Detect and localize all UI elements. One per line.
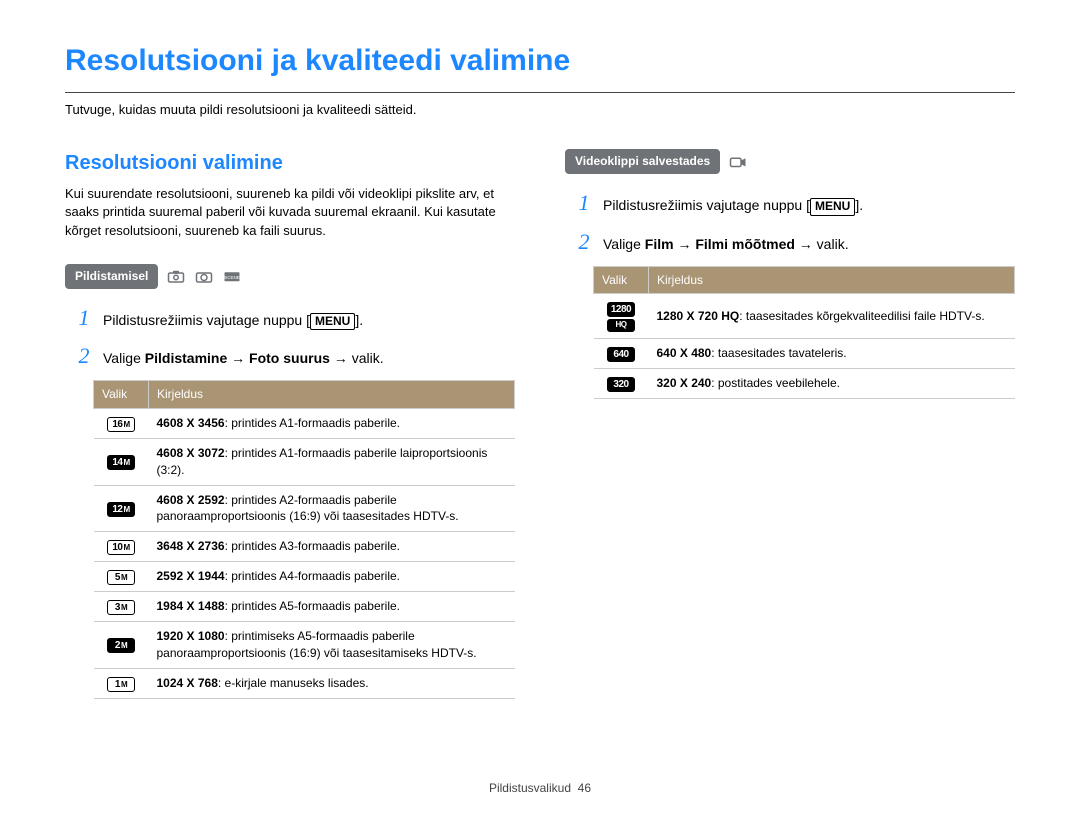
section-title: Resolutsiooni valimine	[65, 149, 515, 177]
table-row: 1280 HQ 1280 X 720 HQ: taasesitades kõrg…	[594, 294, 1015, 338]
option-cell: 320	[594, 368, 649, 398]
section-body: Kui suurendate resolutsiooni, suureneb k…	[65, 185, 515, 240]
footer-page: 46	[578, 781, 591, 795]
footer: Pildistusvalikud 46	[0, 780, 1080, 797]
desc-cell: 1984 X 1488: printides A5-formaadis pabe…	[149, 592, 515, 622]
table-row: 640 640 X 480: taasesitades tavateleris.	[594, 338, 1015, 368]
th-option: Valik	[94, 381, 149, 409]
resolution-badge-icon: 640	[607, 347, 635, 362]
step-text: Valige Pildistamine → Foto suurus → vali…	[103, 349, 384, 369]
desc-cell: 4608 X 3072: printides A1-formaadis pabe…	[149, 438, 515, 485]
desc-cell: 4608 X 2592: printides A2-formaadis pabe…	[149, 485, 515, 532]
option-cell: 1280 HQ	[594, 294, 649, 338]
table-row: 3M 1984 X 1488: printides A5-formaadis p…	[94, 592, 515, 622]
desc-cell: 1280 X 720 HQ: taasesitades kõrgekvalite…	[649, 294, 1015, 338]
t: →	[227, 350, 249, 366]
th-desc: Kirjeldus	[649, 266, 1015, 294]
menu-button-label: MENU	[810, 198, 855, 216]
t: →	[674, 236, 696, 252]
smart-icon	[166, 268, 186, 284]
step-1: 1 Pildistusrežiimis vajutage nuppu [MENU…	[75, 303, 515, 334]
option-cell: 3M	[94, 592, 149, 622]
right-column: Videoklippi salvestades 1 Pildistusrežii…	[565, 149, 1015, 699]
option-cell: 640	[594, 338, 649, 368]
resolution-badge-icon: 3M	[107, 600, 135, 615]
option-cell: 12M	[94, 485, 149, 532]
t: Film	[645, 236, 674, 252]
mode-pill-photo: Pildistamisel	[65, 264, 158, 289]
desc-cell: 1920 X 1080: printimiseks A5-formaadis p…	[149, 622, 515, 669]
step-text: Pildistusrežiimis vajutage nuppu [MENU].	[603, 196, 863, 216]
desc-cell: 640 X 480: taasesitades tavateleris.	[649, 338, 1015, 368]
table-row: 1M 1024 X 768: e-kirjale manuseks lisade…	[94, 668, 515, 698]
step-1: 1 Pildistusrežiimis vajutage nuppu [MENU…	[575, 188, 1015, 219]
resolution-badge-icon: 320	[607, 377, 635, 392]
t: Pildistamine	[145, 350, 227, 366]
hq-badge-icon: HQ	[607, 319, 635, 331]
photo-resolution-table: Valik Kirjeldus 16M 4608 X 3456: printid…	[93, 380, 515, 699]
table-row: 14M 4608 X 3072: printides A1-formaadis …	[94, 438, 515, 485]
step-number: 1	[575, 188, 593, 219]
t: ].	[855, 197, 863, 213]
camera-icon	[194, 268, 214, 284]
option-cell: 5M	[94, 562, 149, 592]
resolution-badge-icon: 10M	[107, 540, 135, 555]
footer-section: Pildistusvalikud	[489, 781, 571, 795]
option-cell: 2M	[94, 622, 149, 669]
th-option: Valik	[594, 266, 649, 294]
desc-cell: 2592 X 1944: printides A4-formaadis pabe…	[149, 562, 515, 592]
t: → valik.	[330, 350, 384, 366]
t: → valik.	[795, 236, 849, 252]
t: Foto suurus	[249, 350, 330, 366]
svg-text:SCENE: SCENE	[225, 275, 241, 280]
resolution-badge-icon: 1M	[107, 677, 135, 692]
desc-cell: 320 X 240: postitades veebilehele.	[649, 368, 1015, 398]
mode-row: Videoklippi salvestades	[565, 149, 748, 174]
desc-cell: 1024 X 768: e-kirjale manuseks lisades.	[149, 668, 515, 698]
video-resolution-table: Valik Kirjeldus 1280 HQ 1280 X 720 HQ: t…	[593, 266, 1015, 399]
intro-text: Tutvuge, kuidas muuta pildi resolutsioon…	[65, 92, 1015, 119]
resolution-badge-icon: 12M	[107, 502, 135, 517]
video-icon	[728, 154, 748, 170]
table-row: 5M 2592 X 1944: printides A4-formaadis p…	[94, 562, 515, 592]
step-number: 2	[75, 341, 93, 372]
t: Valige	[103, 350, 145, 366]
desc-cell: 3648 X 2736: printides A3-formaadis pabe…	[149, 532, 515, 562]
mode-pill-video: Videoklippi salvestades	[565, 149, 720, 174]
table-row: 10M 3648 X 2736: printides A3-formaadis …	[94, 532, 515, 562]
resolution-badge-icon: 5M	[107, 570, 135, 585]
t: Filmi mõõtmed	[695, 236, 795, 252]
left-column: Resolutsiooni valimine Kui suurendate re…	[65, 149, 515, 699]
step-text: Pildistusrežiimis vajutage nuppu [MENU].	[103, 311, 363, 331]
desc-cell: 4608 X 3456: printides A1-formaadis pabe…	[149, 408, 515, 438]
option-cell: 14M	[94, 438, 149, 485]
step-text: Valige Film → Filmi mõõtmed → valik.	[603, 235, 849, 255]
step-2: 2 Valige Pildistamine → Foto suurus → va…	[75, 341, 515, 372]
resolution-badge-icon: 14M	[107, 455, 135, 470]
resolution-badge-icon: 2M	[107, 638, 135, 653]
table-row: 16M 4608 X 3456: printides A1-formaadis …	[94, 408, 515, 438]
menu-button-label: MENU	[310, 313, 355, 331]
step-2: 2 Valige Film → Filmi mõõtmed → valik.	[575, 227, 1015, 258]
table-row: 320 320 X 240: postitades veebilehele.	[594, 368, 1015, 398]
step1-pre: Pildistusrežiimis vajutage nuppu [	[103, 312, 310, 328]
scene-icon: SCENE	[222, 268, 242, 284]
resolution-badge-icon: 1280	[607, 302, 635, 317]
page-title: Resolutsiooni ja kvaliteedi valimine	[65, 40, 1015, 82]
step-number: 1	[75, 303, 93, 334]
mode-row: Pildistamisel SCENE	[65, 264, 242, 289]
t: Valige	[603, 236, 645, 252]
t: Pildistusrežiimis vajutage nuppu [	[603, 197, 810, 213]
option-cell: 1M	[94, 668, 149, 698]
step1-post: ].	[355, 312, 363, 328]
step-number: 2	[575, 227, 593, 258]
resolution-badge-icon: 16M	[107, 417, 135, 432]
th-desc: Kirjeldus	[149, 381, 515, 409]
table-row: 2M 1920 X 1080: printimiseks A5-formaadi…	[94, 622, 515, 669]
option-cell: 10M	[94, 532, 149, 562]
option-cell: 16M	[94, 408, 149, 438]
table-row: 12M 4608 X 2592: printides A2-formaadis …	[94, 485, 515, 532]
